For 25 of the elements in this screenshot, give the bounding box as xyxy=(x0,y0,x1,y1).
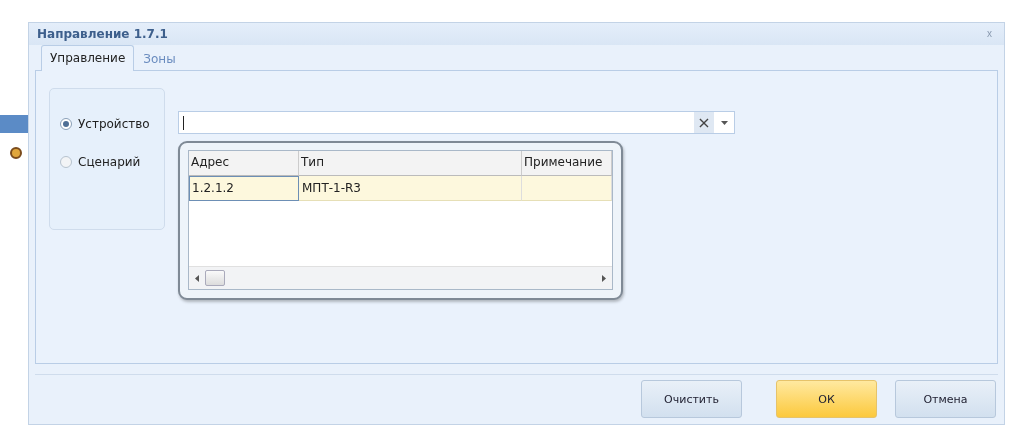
column-header[interactable]: Примечание xyxy=(522,151,612,177)
clear-button[interactable]: × xyxy=(694,112,714,134)
table-cell[interactable] xyxy=(522,176,612,202)
column-header[interactable]: Адрес xyxy=(189,151,299,177)
caret-icon xyxy=(720,120,728,125)
radio-button[interactable] xyxy=(60,156,72,169)
radio-button[interactable] xyxy=(60,118,72,131)
tab[interactable]: Управление xyxy=(41,45,135,72)
device-field[interactable]: × xyxy=(178,111,735,135)
right-arrow-icon[interactable] xyxy=(602,274,606,282)
column-header[interactable]: Тип xyxy=(299,151,522,177)
table-cell[interactable]: 1.2.1.2 xyxy=(189,176,299,202)
text-cursor xyxy=(183,115,184,130)
dialog-button[interactable]: Очистить xyxy=(641,380,742,419)
horizontal-scrollbar[interactable] xyxy=(189,266,612,290)
dialog-button[interactable]: Отмена xyxy=(895,380,996,419)
left-arrow-icon[interactable] xyxy=(195,274,199,282)
window-title: Направление 1.7.1 xyxy=(37,26,168,41)
scroll-thumb[interactable] xyxy=(205,270,225,287)
sidebar-bar xyxy=(0,115,28,133)
radio-label: Устройство xyxy=(78,117,150,132)
radio-label: Сценарий xyxy=(78,155,141,170)
app-icon xyxy=(10,147,22,159)
table-cell[interactable]: МПТ-1-R3 xyxy=(299,176,522,202)
dialog-button[interactable]: ОК xyxy=(776,380,877,419)
